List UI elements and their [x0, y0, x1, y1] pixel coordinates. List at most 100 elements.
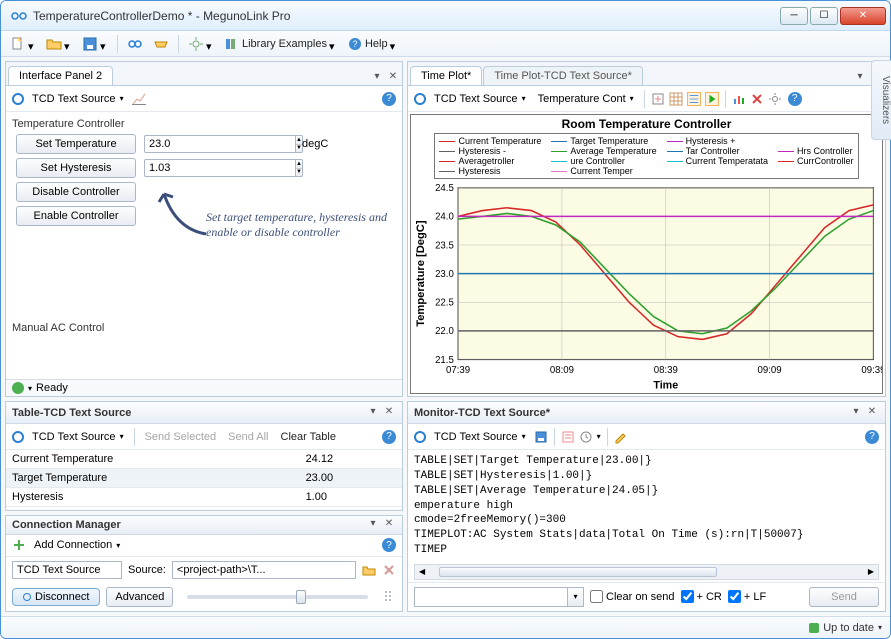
- list-icon[interactable]: [687, 92, 701, 106]
- tab-time-plot[interactable]: Time Plot*: [410, 66, 482, 85]
- timeplot-panel: Time Plot* Time Plot-TCD Text Source* ▾✕…: [407, 61, 886, 397]
- disable-controller-button[interactable]: Disable Controller: [16, 182, 136, 202]
- clock-icon[interactable]: [579, 430, 593, 444]
- panel-close-icon[interactable]: ✕: [382, 517, 396, 531]
- close-button[interactable]: ✕: [840, 7, 886, 25]
- source-selector[interactable]: TCD Text Source ▾: [28, 430, 128, 444]
- send-button[interactable]: Send: [809, 587, 879, 607]
- data-table: Current Temperature24.12 Target Temperat…: [6, 450, 402, 507]
- send-text-combo[interactable]: ▾: [414, 587, 584, 607]
- panel-dropdown-icon[interactable]: ▾: [370, 69, 384, 83]
- spin-down-icon[interactable]: ▼: [296, 169, 302, 177]
- annotation-text: Set target temperature, hysteresis and e…: [206, 210, 396, 240]
- temperature-spinner[interactable]: ▲▼: [144, 135, 294, 153]
- chart-icon[interactable]: [132, 92, 146, 106]
- source-selector[interactable]: TCD Text Source ▾: [430, 92, 530, 106]
- clear-table-button[interactable]: Clear Table: [277, 430, 340, 444]
- svg-text:?: ?: [352, 39, 357, 49]
- tools-icon[interactable]: [750, 92, 764, 106]
- svg-text:08:39: 08:39: [654, 365, 678, 376]
- play-icon[interactable]: [705, 92, 719, 106]
- table-row[interactable]: Current Temperature24.12: [6, 450, 402, 469]
- set-temperature-button[interactable]: Set Temperature: [16, 134, 136, 154]
- table-panel-header: Table-TCD Text Source▾✕: [6, 402, 402, 424]
- delete-icon[interactable]: [382, 563, 396, 577]
- app-icon: [11, 8, 27, 24]
- connection-icon[interactable]: [124, 35, 146, 53]
- lf-checkbox[interactable]: + LF: [728, 590, 766, 603]
- send-text-input[interactable]: [415, 588, 567, 606]
- minimize-button[interactable]: ─: [780, 7, 808, 25]
- source-selector[interactable]: TCD Text Source ▾: [28, 92, 128, 106]
- gear-button[interactable]: ▾: [185, 35, 217, 53]
- workspace: Interface Panel 2 ▾✕ TCD Text Source ▾ ?…: [1, 57, 890, 616]
- svg-text:23.0: 23.0: [435, 269, 454, 280]
- help-button[interactable]: ?Help▾: [344, 35, 401, 53]
- horizontal-scrollbar[interactable]: ◀▶: [414, 564, 879, 580]
- app-window: TemperatureControllerDemo * - MegunoLink…: [0, 0, 891, 639]
- grip-icon: [382, 590, 396, 604]
- edit-icon[interactable]: [614, 430, 628, 444]
- spin-up-icon[interactable]: ▲: [296, 160, 302, 169]
- chart-plot[interactable]: 21.522.022.523.023.524.024.507:3908:0908…: [411, 181, 882, 393]
- help-icon[interactable]: ?: [382, 92, 396, 106]
- visualizers-handle[interactable]: Visualizers: [871, 60, 891, 140]
- channel-selector[interactable]: Temperature Cont ▾: [534, 92, 638, 106]
- new-file-button[interactable]: ▾: [7, 35, 39, 53]
- grid-icon[interactable]: [669, 92, 683, 106]
- enable-controller-button[interactable]: Enable Controller: [16, 206, 136, 226]
- gear-icon[interactable]: [768, 92, 782, 106]
- panel-close-icon[interactable]: ✕: [382, 405, 396, 419]
- help-icon[interactable]: ?: [382, 538, 396, 552]
- save-button[interactable]: ▾: [79, 35, 111, 53]
- chart-title: Room Temperature Controller: [411, 115, 882, 133]
- help-icon[interactable]: ?: [382, 430, 396, 444]
- set-hysteresis-button[interactable]: Set Hysteresis: [16, 158, 136, 178]
- source-selector[interactable]: TCD Text Source ▾: [430, 430, 530, 444]
- tab-time-plot-tcd[interactable]: Time Plot-TCD Text Source*: [483, 66, 643, 85]
- library-examples-button[interactable]: Library Examples▾: [221, 35, 340, 53]
- bars-icon[interactable]: [732, 92, 746, 106]
- status-dot-icon: [809, 623, 819, 633]
- connection-ring-icon: [414, 431, 426, 443]
- panel-dropdown-icon[interactable]: ▾: [849, 405, 863, 419]
- connection-name-input[interactable]: [12, 561, 122, 579]
- speed-slider[interactable]: [187, 595, 368, 599]
- svg-text:22.5: 22.5: [435, 297, 454, 308]
- disconnect-button[interactable]: Disconnect: [12, 588, 100, 606]
- open-file-button[interactable]: ▾: [43, 35, 75, 53]
- help-icon[interactable]: ?: [788, 92, 802, 106]
- chevron-down-icon[interactable]: ▾: [567, 588, 583, 606]
- panel-close-icon[interactable]: ✕: [386, 69, 400, 83]
- hysteresis-spinner[interactable]: ▲▼: [144, 159, 294, 177]
- cr-checkbox[interactable]: + CR: [681, 590, 722, 603]
- clear-on-send-checkbox[interactable]: Clear on send: [590, 590, 675, 603]
- panel-dropdown-icon[interactable]: ▾: [366, 517, 380, 531]
- add-connection-button[interactable]: Add Connection ▾: [30, 538, 124, 552]
- status-text: Up to date: [823, 622, 874, 634]
- browse-icon[interactable]: [362, 563, 376, 577]
- help-icon[interactable]: ?: [865, 430, 879, 444]
- table-row[interactable]: Hysteresis1.00: [6, 488, 402, 507]
- ready-text: Ready: [36, 382, 68, 394]
- panel-dropdown-icon[interactable]: ▾: [366, 405, 380, 419]
- monitor-panel-header: Monitor-TCD Text Source*▾✕: [408, 402, 885, 424]
- interface-status: ▾ Ready: [6, 379, 402, 396]
- hysteresis-input[interactable]: [144, 159, 295, 177]
- send-selected-button[interactable]: Send Selected: [141, 430, 221, 444]
- ready-dot-icon: [12, 382, 24, 394]
- temperature-input[interactable]: [144, 135, 295, 153]
- serial-icon[interactable]: [150, 35, 172, 53]
- group-manual-ac: Manual AC Control: [12, 322, 396, 334]
- maximize-button[interactable]: ☐: [810, 7, 838, 25]
- tab-interface-panel-2[interactable]: Interface Panel 2: [8, 66, 113, 85]
- panel-close-icon[interactable]: ✕: [865, 405, 879, 419]
- advanced-button[interactable]: Advanced: [106, 587, 173, 607]
- table-row[interactable]: Target Temperature23.00: [6, 469, 402, 488]
- panel-dropdown-icon[interactable]: ▾: [853, 69, 867, 83]
- save-icon[interactable]: [534, 430, 548, 444]
- send-all-button[interactable]: Send All: [224, 430, 272, 444]
- export-icon[interactable]: [651, 92, 665, 106]
- filter-icon[interactable]: [561, 430, 575, 444]
- source-path-input[interactable]: [172, 561, 356, 579]
